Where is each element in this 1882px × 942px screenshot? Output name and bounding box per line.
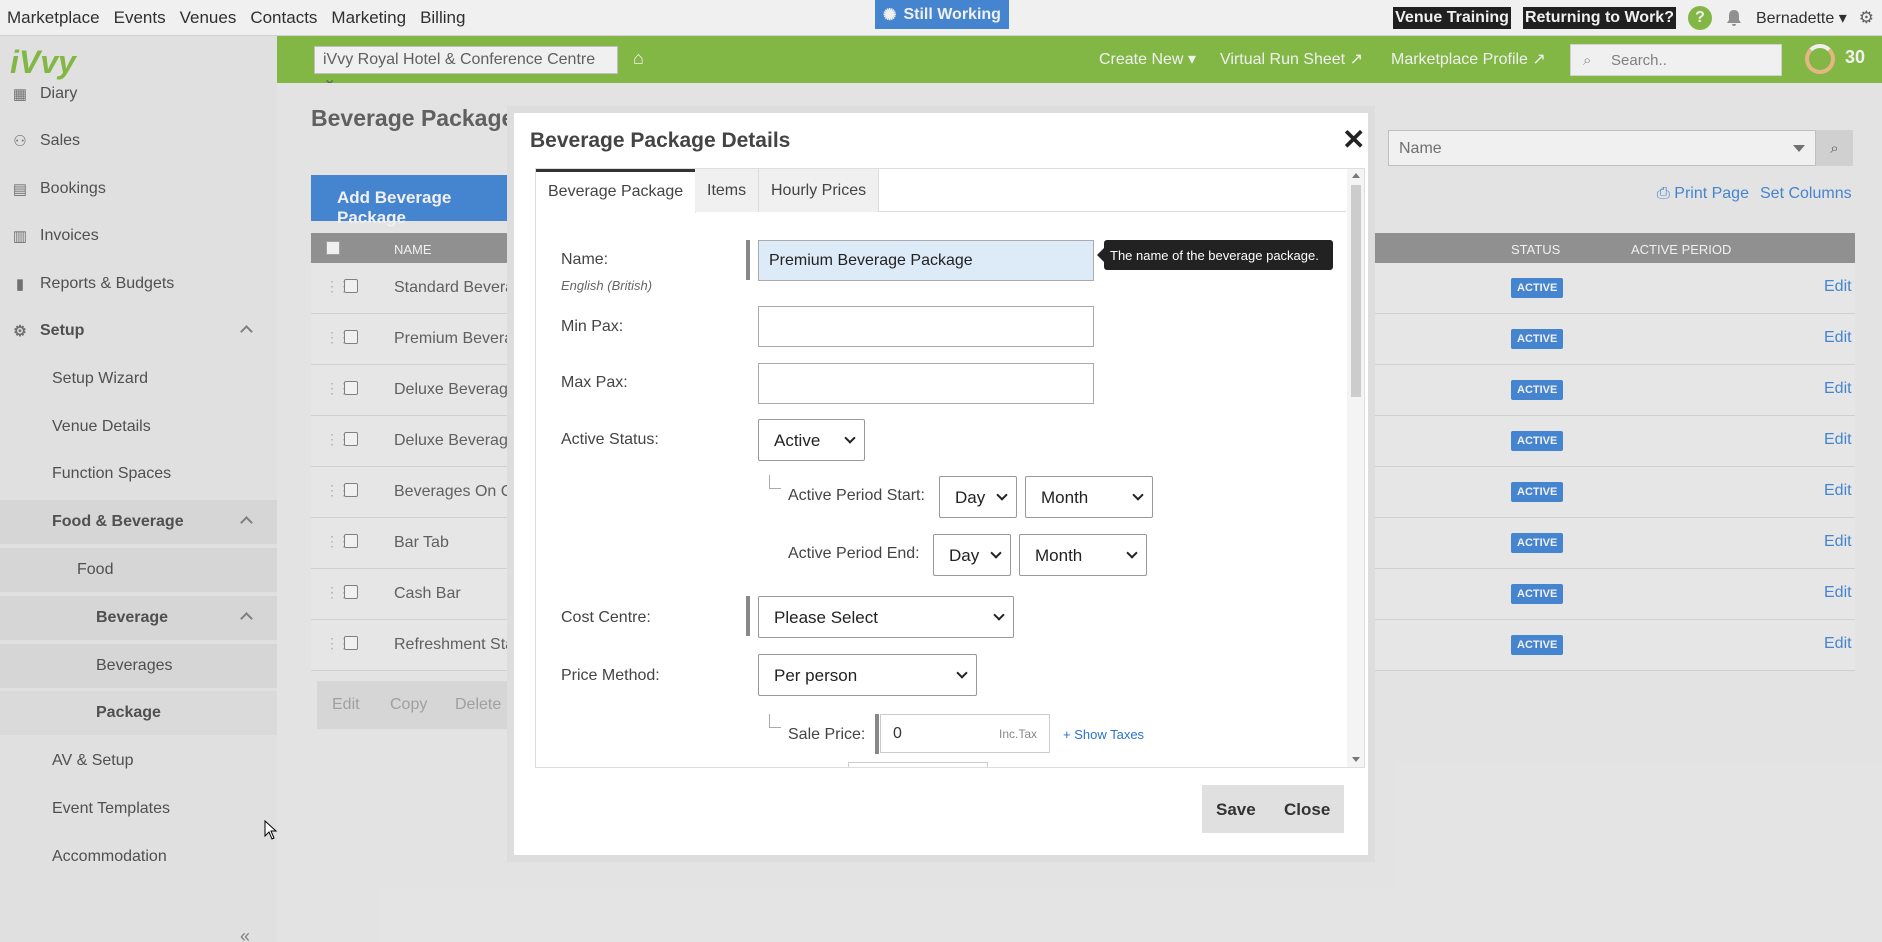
next-field-partial [848,762,988,767]
modal-tabs: Beverage Package Items Hourly Prices [536,169,1346,213]
price-method-label: Price Method: [561,667,660,684]
required-indicator [746,596,750,636]
chevron-down-icon [996,489,1008,501]
price-method-value: Per person [774,666,858,685]
cost-centre-label: Cost Centre: [561,609,651,626]
period-end-month-select[interactable]: Month [1019,534,1147,576]
month-value: Month [1041,488,1089,507]
scroll-thumb[interactable] [1351,185,1361,397]
save-button[interactable]: Save [1202,785,1270,833]
tab-items[interactable]: Items [695,169,760,212]
chevron-down-icon [844,432,856,444]
modal-scrollbar[interactable] [1347,169,1364,767]
min-pax-label: Min Pax: [561,318,624,335]
day-value: Day [949,546,980,565]
sale-price-label: Sale Price: [788,726,866,743]
tree-connector [769,475,781,489]
name-language: English (British) [561,278,653,293]
chevron-down-icon [1132,489,1144,501]
sale-price-value: 0 [893,725,902,742]
max-pax-input[interactable] [758,363,1094,404]
price-method-select[interactable]: Per person [758,654,977,696]
name-input[interactable]: Premium Beverage Package [758,240,1094,281]
required-indicator [746,240,750,280]
name-label: Name: [561,251,609,268]
active-status-label: Active Status: [561,431,659,448]
modal-title: Beverage Package Details [530,129,791,152]
scroll-down-icon[interactable] [1352,757,1360,762]
chevron-down-icon [990,547,1002,559]
close-button[interactable]: Close [1270,785,1345,833]
active-period-start-label: Active Period Start: [788,487,925,504]
chevron-down-icon [1126,547,1138,559]
tab-beverage-package[interactable]: Beverage Package [536,169,697,213]
modal-body: Beverage Package Items Hourly Prices Nam… [535,168,1365,768]
active-status-select[interactable]: Active [758,419,865,461]
tree-connector [769,714,781,728]
show-taxes-link[interactable]: + Show Taxes [1063,727,1144,742]
chevron-down-icon [993,609,1005,621]
day-value: Day [955,488,986,507]
mouse-cursor-icon [264,820,278,840]
cost-centre-select[interactable]: Please Select [758,596,1014,638]
min-pax-input[interactable] [758,306,1094,347]
cost-centre-value: Please Select [774,608,878,627]
period-start-day-select[interactable]: Day [939,476,1017,518]
required-indicator [875,714,879,754]
max-pax-label: Max Pax: [561,374,628,391]
inc-tax-label: Inc.Tax [998,727,1037,741]
period-start-month-select[interactable]: Month [1025,476,1153,518]
close-icon[interactable]: ✕ [1342,123,1365,156]
tab-hourly-prices[interactable]: Hourly Prices [759,169,880,212]
month-value: Month [1035,546,1083,565]
sale-price-input[interactable]: 0 Inc.Tax [880,714,1050,753]
active-status-value: Active [774,431,821,450]
page: Marketplace Events Venues Contacts Marke… [0,0,1882,942]
scroll-up-icon[interactable] [1352,173,1360,178]
name-tooltip: The name of the beverage package. [1097,240,1333,270]
chevron-down-icon [956,667,968,679]
period-end-day-select[interactable]: Day [933,534,1011,576]
beverage-package-modal: Beverage Package Details ✕ Beverage Pack… [507,106,1375,862]
active-period-end-label: Active Period End: [788,545,920,562]
